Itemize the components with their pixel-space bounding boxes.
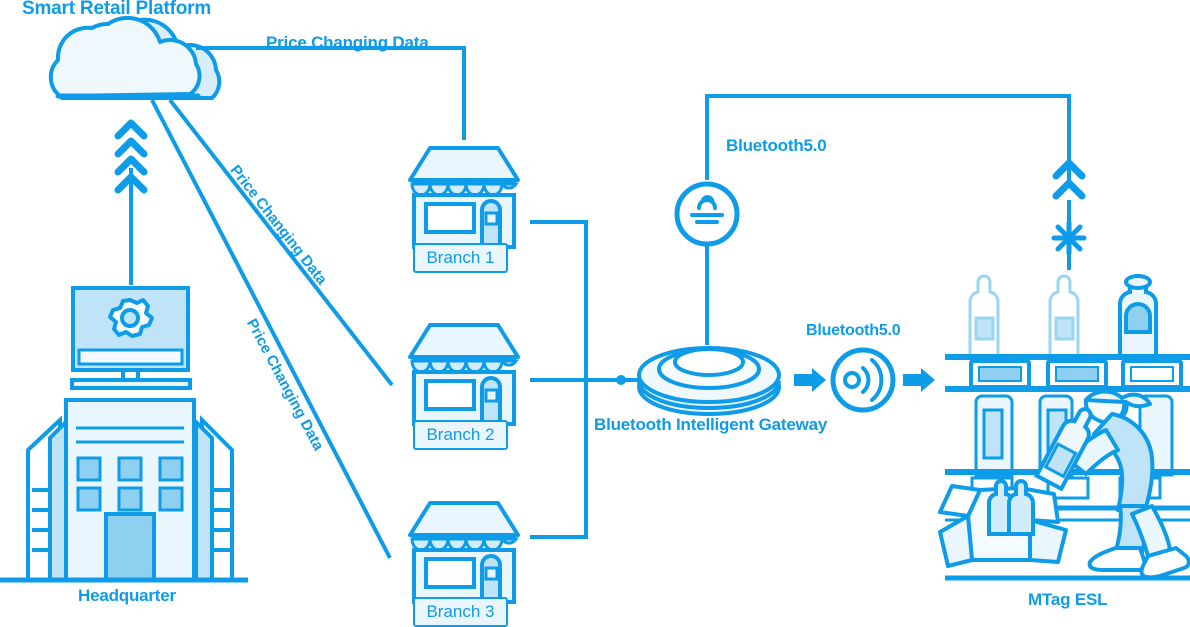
esl-price-tag-icon-3 — [1121, 359, 1183, 389]
branch-store-1 — [408, 146, 520, 249]
starburst-icon — [1051, 220, 1087, 256]
headquarter-label: Headquarter — [78, 586, 176, 605]
arrow-right-icon — [794, 368, 826, 392]
bluetooth-version-label-mid: Bluetooth5.0 — [806, 322, 901, 339]
branch-3-label[interactable]: Branch 3 — [413, 597, 508, 627]
headquarter-building — [0, 286, 248, 583]
retail-shelf-with-esl-tags — [945, 274, 1190, 392]
esl-label: MTag ESL — [1028, 590, 1108, 609]
branch-store-3 — [408, 501, 520, 604]
esl-price-tag-icon-1 — [969, 359, 1031, 389]
cloud-to-branch1-connector — [196, 46, 466, 140]
page-title: Smart Retail Platform — [22, 0, 212, 19]
broadcast-antenna-icon — [674, 94, 1071, 345]
hq-to-cloud-arrow — [118, 123, 144, 285]
price-changing-data-label-top: Price Changing Data — [266, 33, 429, 52]
bluetooth-intelligent-gateway-icon — [637, 346, 781, 416]
branch-bus-to-gateway — [530, 220, 640, 539]
signal-wave-icon — [843, 358, 884, 402]
branch-store-2 — [408, 323, 520, 426]
diagram-artwork — [0, 15, 1190, 604]
gateway-label: Bluetooth Intelligent Gateway — [594, 415, 828, 434]
branch-1-label[interactable]: Branch 1 — [413, 243, 508, 273]
esl-price-tag-icon-2 — [1046, 359, 1108, 389]
diagram-canvas: Smart Retail Platform Price Changing Dat… — [0, 0, 1190, 627]
open-box-icon — [938, 479, 1068, 568]
store-clerk-stocking-shelf — [938, 389, 1190, 581]
arrow-right-icon-2 — [903, 368, 935, 392]
bottle-icon-highlight — [1117, 274, 1159, 358]
signal-emitter-group — [794, 347, 935, 413]
branch-2-label[interactable]: Branch 2 — [413, 420, 508, 450]
bluetooth-version-label-top: Bluetooth5.0 — [726, 136, 827, 155]
cloud-icon — [48, 15, 222, 100]
